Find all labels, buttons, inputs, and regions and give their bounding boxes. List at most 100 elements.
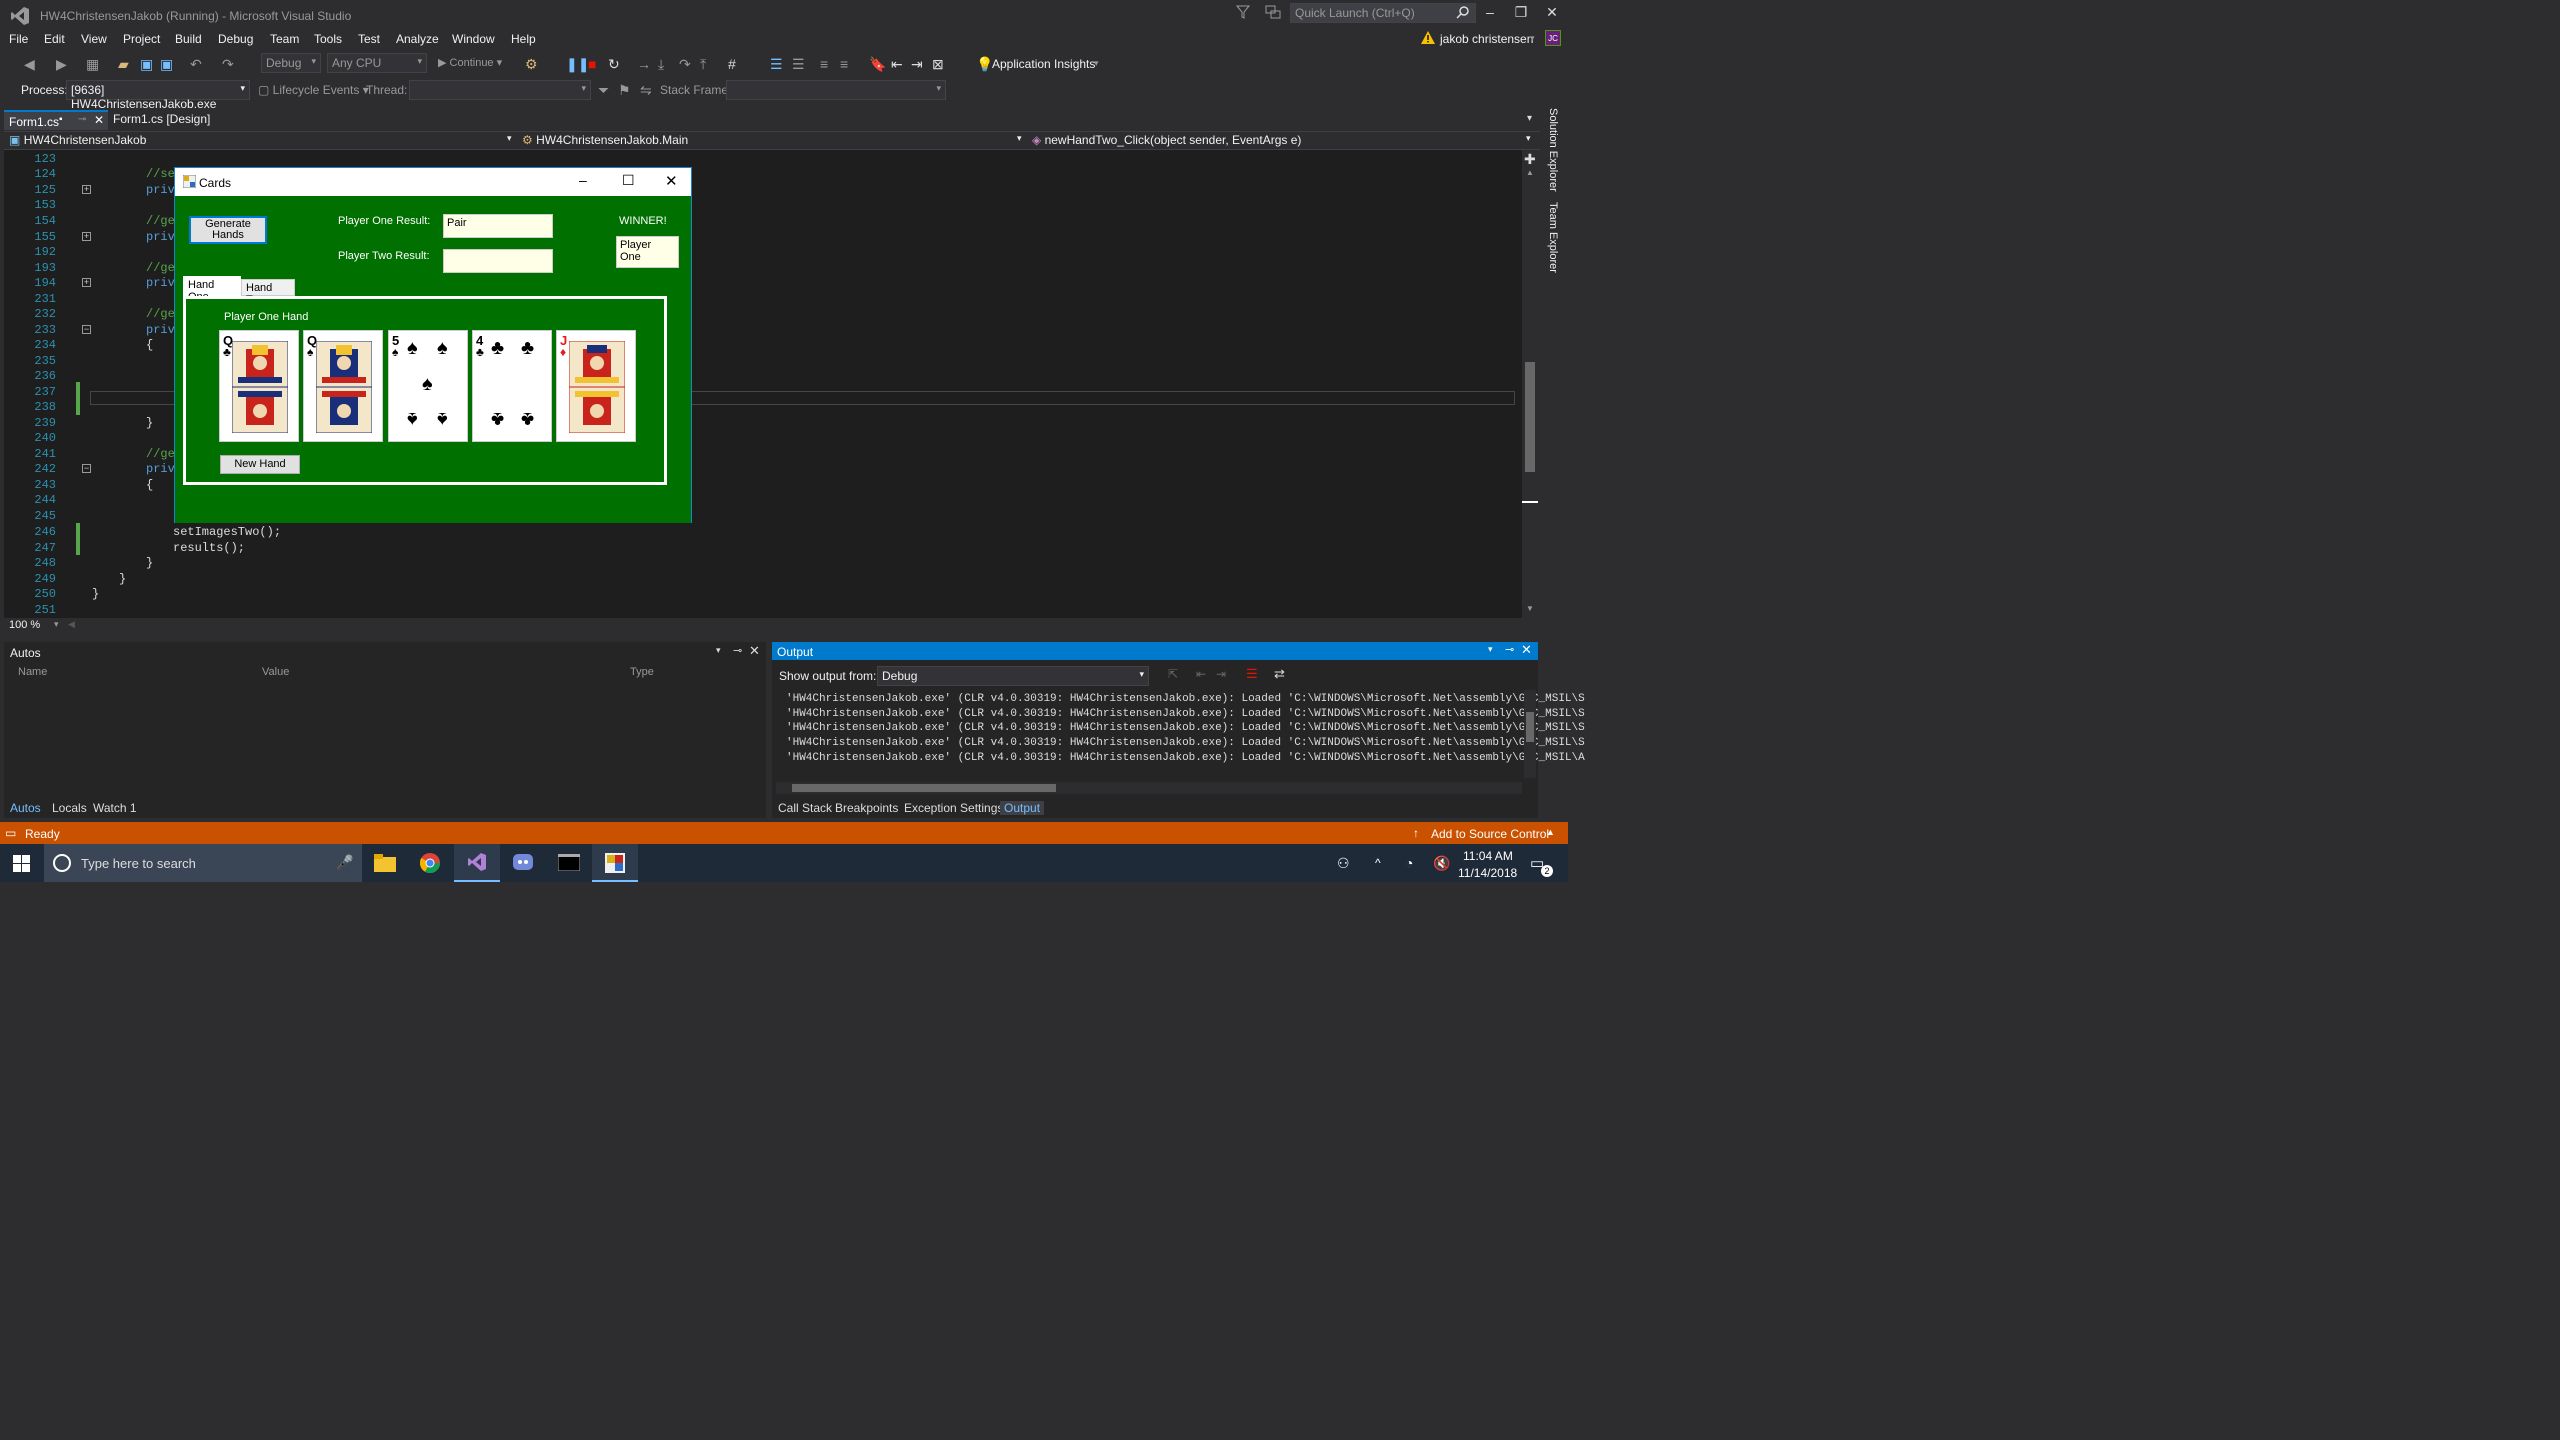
- lightbulb-icon[interactable]: 💡: [976, 56, 993, 73]
- process-select[interactable]: [9636] HW4ChristensenJakob.exe ▾: [66, 80, 250, 111]
- microphone-icon[interactable]: 🎤: [336, 854, 353, 871]
- member-nav-select[interactable]: ◈ newHandTwo_Click(object sender, EventA…: [1032, 133, 1301, 147]
- chevron-down-icon[interactable]: ▾: [54, 619, 59, 630]
- close-icon[interactable]: ✕: [94, 113, 104, 127]
- menu-analyze[interactable]: Analyze: [396, 32, 439, 46]
- search-icon[interactable]: [1456, 5, 1470, 19]
- collapse-toggle[interactable]: +: [82, 232, 91, 241]
- swap-icon[interactable]: ⇋: [640, 82, 652, 99]
- bookmark-icon[interactable]: 🔖: [869, 56, 886, 73]
- close-icon[interactable]: ✕: [1521, 642, 1532, 658]
- tab-watch-1[interactable]: Watch 1: [93, 801, 137, 815]
- scrollbar-thumb[interactable]: [792, 784, 1056, 792]
- clear-bookmarks-icon[interactable]: ⊠: [932, 56, 944, 73]
- platform-select[interactable]: Any CPU ▾: [327, 53, 427, 73]
- scroll-left-icon[interactable]: ◀: [68, 619, 75, 630]
- taskbar-time[interactable]: 11:04 AM: [1463, 849, 1513, 863]
- menu-build[interactable]: Build: [175, 32, 202, 46]
- filter-icon[interactable]: [1236, 5, 1250, 19]
- close-icon[interactable]: ✕: [749, 643, 760, 659]
- output-hscrollbar[interactable]: [776, 782, 1522, 794]
- scrollbar-thumb[interactable]: [1525, 362, 1535, 472]
- collapse-toggle[interactable]: +: [82, 185, 91, 194]
- menu-team[interactable]: Team: [270, 32, 299, 46]
- column-header-name[interactable]: Name: [18, 666, 47, 678]
- attach-icon[interactable]: ⚙: [525, 56, 538, 73]
- tab-form1-cs[interactable]: Form1.cs ▪ ⊸ ✕: [4, 110, 108, 130]
- chevron-down-icon[interactable]: ▾: [1488, 644, 1493, 655]
- close-button[interactable]: ✕: [1540, 4, 1564, 24]
- save-icon[interactable]: ▣: [140, 56, 153, 73]
- menu-edit[interactable]: Edit: [44, 32, 65, 46]
- step-into-icon[interactable]: ⤓: [658, 56, 664, 73]
- chevron-up-icon[interactable]: ▲: [1546, 827, 1555, 837]
- find-message-icon[interactable]: ⇱: [1168, 667, 1178, 681]
- step-over-icon[interactable]: ↷: [679, 56, 691, 73]
- split-editor-icon[interactable]: ✚: [1524, 151, 1536, 168]
- stack-frame-select[interactable]: ▾: [726, 80, 946, 100]
- menu-project[interactable]: Project: [123, 32, 160, 46]
- user-dropdown-icon[interactable]: ▾: [1530, 33, 1535, 44]
- taskbar-date[interactable]: 11/14/2018: [1458, 866, 1517, 880]
- menu-test[interactable]: Test: [358, 32, 380, 46]
- word-wrap-icon[interactable]: ⇄: [1274, 666, 1285, 682]
- save-all-icon[interactable]: ▣: [160, 56, 173, 73]
- feedback-icon[interactable]: [1265, 5, 1281, 19]
- clear-all-icon[interactable]: ☰: [1246, 666, 1258, 682]
- volume-muted-icon[interactable]: 🔇: [1433, 855, 1450, 872]
- chevron-down-icon[interactable]: ▾: [507, 133, 512, 144]
- editor-scrollbar[interactable]: ▲ ▼: [1522, 150, 1538, 618]
- pin-icon[interactable]: ⊸: [1505, 643, 1514, 656]
- indent-icon[interactable]: ≡: [820, 56, 828, 72]
- chevron-down-icon[interactable]: ▾: [1094, 58, 1099, 69]
- quick-launch-input[interactable]: Quick Launch (Ctrl+Q): [1290, 3, 1476, 23]
- avatar[interactable]: JC: [1545, 30, 1561, 46]
- next-message-icon[interactable]: ⇥: [1216, 667, 1226, 681]
- column-header-type[interactable]: Type: [630, 666, 654, 678]
- lifecycle-events-button[interactable]: ▢ Lifecycle Events ▾: [258, 83, 369, 97]
- new-hand-button[interactable]: New Hand: [220, 455, 300, 474]
- tab-overflow-icon[interactable]: ▾: [1527, 113, 1532, 124]
- forward-icon[interactable]: ▶: [56, 56, 67, 73]
- menu-file[interactable]: File: [9, 32, 28, 46]
- tab-locals[interactable]: Locals: [52, 801, 87, 815]
- comment-icon[interactable]: ☰: [770, 56, 783, 73]
- tab-autos[interactable]: Autos: [10, 801, 41, 815]
- tab-hand-one[interactable]: Hand One: [183, 276, 241, 303]
- pin-icon[interactable]: ⊸: [78, 114, 86, 125]
- chrome-icon[interactable]: [408, 844, 454, 882]
- windows-start-icon[interactable]: [13, 855, 30, 872]
- solution-config-select[interactable]: Debug ▾: [261, 53, 321, 73]
- back-icon[interactable]: ◀: [24, 56, 35, 73]
- continue-button[interactable]: ▶ Continue ▾: [438, 56, 502, 69]
- generate-hands-button[interactable]: Generate Hands: [189, 216, 267, 244]
- scroll-down-icon[interactable]: ▼: [1526, 604, 1534, 613]
- menu-debug[interactable]: Debug: [218, 32, 253, 46]
- restore-button[interactable]: ❐: [1509, 4, 1533, 24]
- prev-bookmark-icon[interactable]: ⇤: [891, 56, 903, 73]
- player-one-result-field[interactable]: Pair: [443, 214, 553, 238]
- tab-output[interactable]: Output: [1000, 801, 1045, 815]
- step-out-icon[interactable]: ⤒: [700, 56, 706, 73]
- filter-icon[interactable]: ⏷: [598, 82, 609, 99]
- open-file-icon[interactable]: ▰: [118, 56, 129, 73]
- menu-help[interactable]: Help: [511, 32, 536, 46]
- close-button[interactable]: ✕: [665, 172, 678, 190]
- pin-icon[interactable]: ⊸: [733, 644, 742, 657]
- minimize-button[interactable]: –: [579, 172, 587, 188]
- cards-app-taskbar-icon[interactable]: [592, 844, 638, 882]
- application-insights-button[interactable]: Application Insights: [992, 57, 1095, 71]
- thread-select[interactable]: ▾: [409, 80, 591, 100]
- menu-view[interactable]: View: [81, 32, 107, 46]
- menu-window[interactable]: Window: [452, 32, 495, 46]
- pause-icon[interactable]: ❚❚: [566, 56, 589, 73]
- player-two-result-field[interactable]: [443, 249, 553, 273]
- zoom-level[interactable]: 100 %: [9, 619, 40, 631]
- tab-call-stack[interactable]: Call Stack: [778, 801, 832, 815]
- prev-message-icon[interactable]: ⇤: [1196, 667, 1206, 681]
- class-nav-select[interactable]: ⚙ HW4ChristensenJakob.Main: [522, 133, 688, 147]
- chevron-up-icon[interactable]: ^: [1375, 856, 1381, 870]
- tab-hand-two[interactable]: Hand Two: [241, 279, 295, 306]
- add-to-source-control-button[interactable]: Add to Source Control: [1431, 827, 1549, 841]
- maximize-button[interactable]: ☐: [622, 172, 635, 189]
